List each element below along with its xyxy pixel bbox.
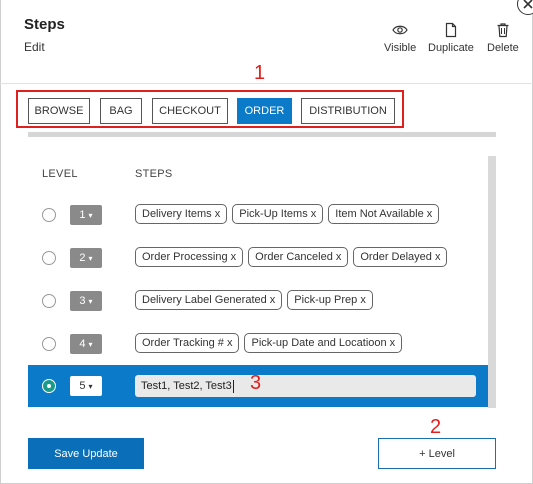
tab-bar: BROWSE BAG CHECKOUT ORDER DISTRIBUTION: [16, 90, 404, 128]
step-chip[interactable]: Pick-up Prep x: [287, 290, 373, 310]
visible-button[interactable]: Visible: [384, 22, 416, 54]
annotation-3: 3: [250, 372, 262, 394]
eye-icon: [392, 25, 408, 35]
table-row: 4 ▾ Order Tracking # x Pick-up Date and L…: [28, 323, 488, 365]
delete-label: Delete: [487, 42, 519, 54]
row-radio[interactable]: [42, 337, 56, 351]
level-select[interactable]: 2 ▾: [70, 248, 102, 268]
steps-input[interactable]: Test1, Test2, Test3: [135, 375, 476, 397]
add-level-button[interactable]: + Level: [378, 438, 496, 469]
level-value: 2: [79, 252, 86, 264]
step-chips: Delivery Items x Pick-Up Items x Item No…: [135, 204, 440, 224]
save-update-button[interactable]: Save Update: [28, 438, 144, 469]
tab-distribution[interactable]: DISTRIBUTION: [301, 98, 395, 124]
text-caret: [232, 379, 234, 393]
visible-label: Visible: [384, 42, 417, 54]
chevron-down-icon: ▾: [88, 296, 93, 306]
level-value: 5: [79, 380, 86, 392]
tab-checkout[interactable]: CHECKOUT: [152, 98, 228, 124]
dialog-subtitle: Edit: [24, 40, 45, 54]
step-chips: Order Tracking # x Pick-up Date and Loca…: [135, 333, 403, 353]
level-select[interactable]: 1 ▾: [70, 205, 102, 225]
steps-table: LEVEL STEPS 1 ▾ Delivery Items x Pick-Up …: [28, 156, 496, 408]
table-row: 3 ▾ Delivery Label Generated x Pick-up Pr…: [28, 280, 488, 322]
step-chip[interactable]: Order Processing x: [135, 247, 244, 267]
step-chip[interactable]: Order Delayed x: [353, 247, 448, 267]
level-select[interactable]: 3 ▾: [70, 291, 102, 311]
step-chip[interactable]: Order Tracking # x: [135, 333, 240, 353]
step-chip[interactable]: Delivery Items x: [135, 204, 228, 224]
chevron-down-icon: ▾: [88, 253, 93, 263]
duplicate-label: Duplicate: [428, 42, 474, 54]
chevron-down-icon: ▾: [88, 339, 93, 349]
table-row: 1 ▾ Delivery Items x Pick-Up Items x Item…: [28, 194, 488, 236]
duplicate-button[interactable]: Duplicate: [428, 22, 474, 54]
delete-button[interactable]: Delete: [487, 22, 519, 54]
annotation-1: 1: [254, 62, 266, 84]
dialog-title: Steps: [24, 16, 65, 33]
divider-bar: [28, 132, 496, 137]
chevron-down-icon: ▾: [88, 210, 93, 220]
step-chip[interactable]: Pick-up Date and Locatioon x: [244, 333, 403, 353]
step-chip[interactable]: Delivery Label Generated x: [135, 290, 283, 310]
annotation-2: 2: [430, 416, 442, 438]
steps-input-value: Test1, Test2, Test3: [141, 380, 232, 392]
tab-order[interactable]: ORDER: [237, 98, 292, 124]
row-radio[interactable]: [42, 251, 56, 265]
step-chip[interactable]: Pick-Up Items x: [232, 204, 324, 224]
step-chip[interactable]: Order Canceled x: [248, 247, 349, 267]
dialog-header: Steps Edit Visible Duplicate Delete: [0, 0, 533, 84]
document-icon: [445, 22, 457, 38]
step-chips: Delivery Label Generated x Pick-up Prep …: [135, 290, 373, 310]
scrollbar[interactable]: [488, 156, 496, 408]
level-value: 1: [79, 209, 86, 221]
tab-browse[interactable]: BROWSE: [28, 98, 90, 124]
level-value: 4: [79, 338, 86, 350]
row-radio[interactable]: [42, 208, 56, 222]
row-radio[interactable]: [42, 294, 56, 308]
level-value: 3: [79, 295, 86, 307]
row-radio-selected[interactable]: [42, 379, 56, 393]
tab-bag[interactable]: BAG: [100, 98, 142, 124]
table-row: 2 ▾ Order Processing x Order Canceled x O…: [28, 237, 488, 279]
step-chip[interactable]: Item Not Available x: [328, 204, 440, 224]
level-select[interactable]: 4 ▾: [70, 334, 102, 354]
column-header-level: LEVEL: [42, 168, 78, 180]
level-select[interactable]: 5 ▾: [70, 376, 102, 396]
column-header-steps: STEPS: [135, 168, 173, 180]
step-chips: Order Processing x Order Canceled x Orde…: [135, 247, 448, 267]
trash-icon: [497, 23, 509, 38]
chevron-down-icon: ▾: [88, 381, 93, 391]
